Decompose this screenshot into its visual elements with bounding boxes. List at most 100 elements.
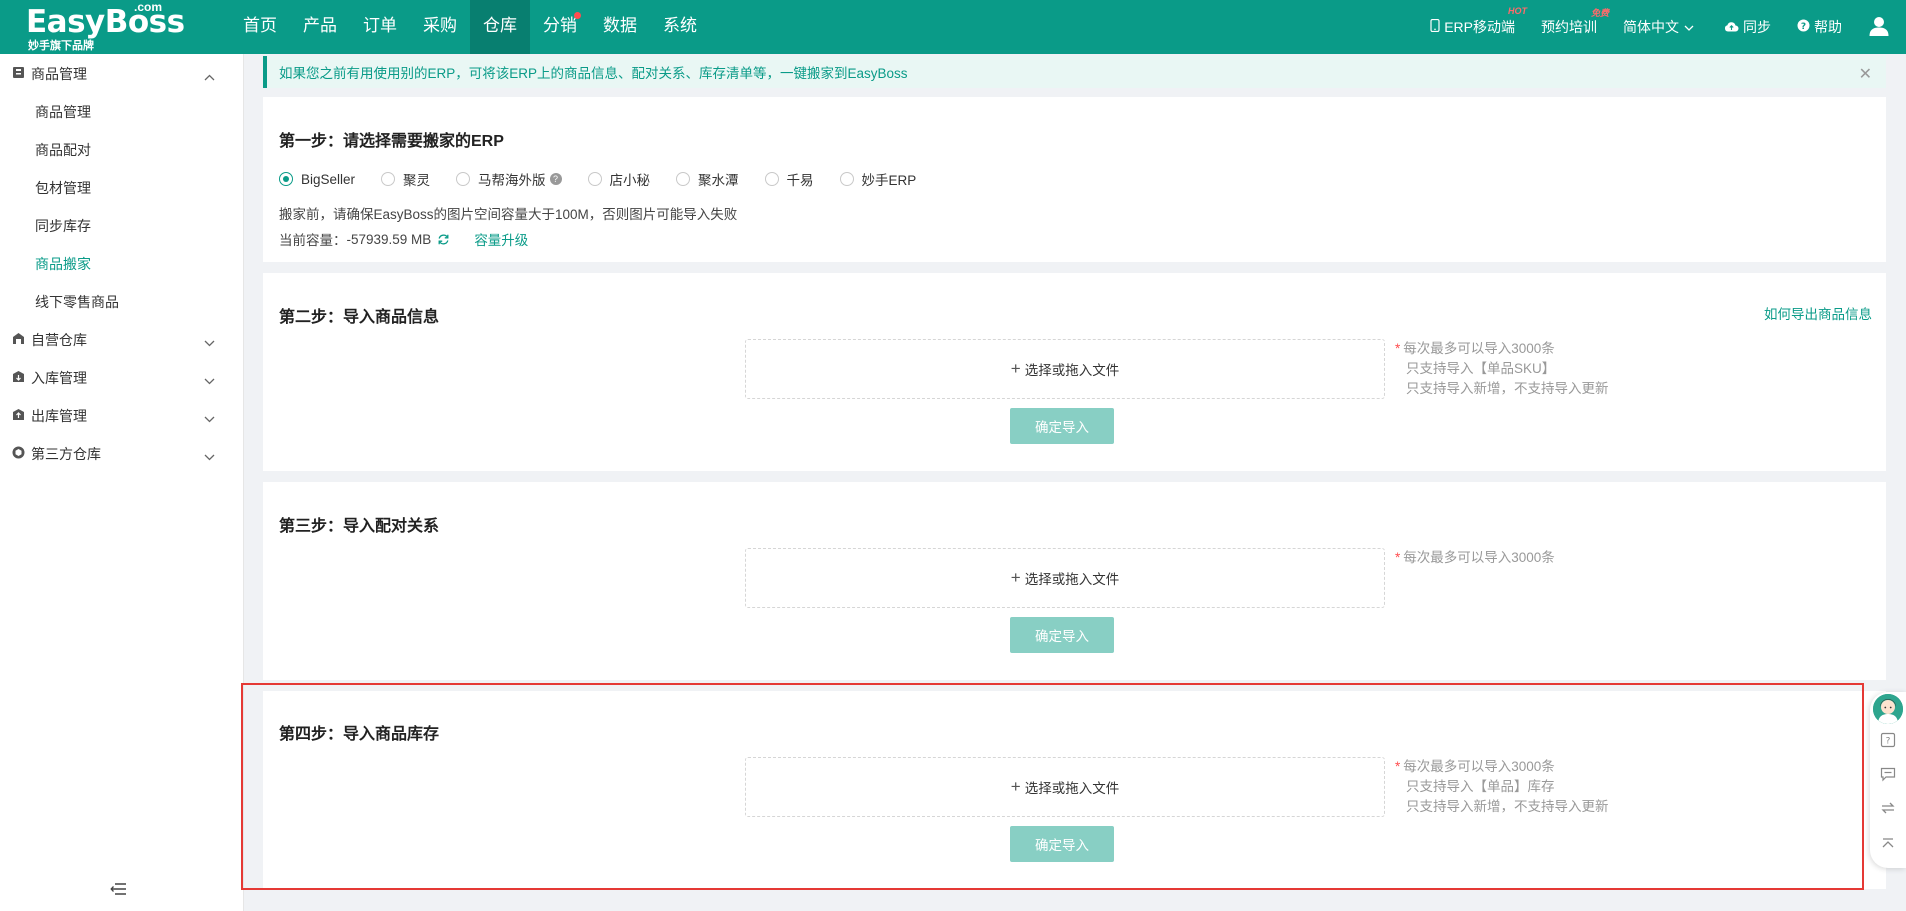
brand-logo[interactable]: EasyBoss .com 妙手旗下品牌 bbox=[26, 0, 186, 52]
how-to-export-link[interactable]: 如何导出商品信息 bbox=[1764, 303, 1872, 323]
help-button[interactable]: ? 帮助 bbox=[1797, 17, 1842, 37]
inbound-icon bbox=[12, 370, 31, 386]
user-avatar[interactable] bbox=[1868, 15, 1894, 40]
free-badge: 免费 bbox=[1590, 8, 1609, 18]
sidebar-item-product-migration[interactable]: 商品搬家 bbox=[0, 245, 243, 283]
import-notes: * 每次最多可以导入3000条 bbox=[1395, 548, 1555, 568]
radio-circle bbox=[764, 172, 779, 186]
radio-label: 聚灵 bbox=[403, 173, 431, 188]
sidebar-group-inbound[interactable]: 入库管理 bbox=[0, 359, 243, 397]
file-upload-area[interactable]: + 选择或拖入文件 bbox=[745, 339, 1385, 399]
note-text: 每次最多可以导入3000条 bbox=[1403, 550, 1555, 565]
note-line: 只支持导入新增，不支持导入更新 bbox=[1406, 381, 1609, 396]
erp-radio-group: BigSeller 聚灵 马帮海外版? 店小秘 聚水潭 千易 妙手ERP bbox=[279, 169, 942, 189]
training-label: 预约培训 bbox=[1541, 19, 1597, 35]
step1-title: 第一步：请选择需要搬家的ERP bbox=[279, 133, 504, 150]
radio-circle bbox=[839, 172, 854, 186]
nav-products[interactable]: 产品 bbox=[290, 0, 350, 54]
question-icon[interactable]: ? bbox=[549, 173, 562, 185]
capacity-label: 当前容量： bbox=[279, 233, 347, 248]
step3-title: 第三步：导入配对关系 bbox=[279, 518, 440, 535]
radio-circle bbox=[587, 172, 602, 186]
radio-label: BigSeller bbox=[301, 171, 356, 187]
nav-data[interactable]: 数据 bbox=[590, 0, 650, 54]
svg-text:?: ? bbox=[1801, 22, 1806, 32]
faq-icon[interactable]: ? bbox=[1880, 732, 1896, 751]
plus-icon: + bbox=[1010, 359, 1021, 378]
radio-miaoshou[interactable]: 妙手ERP bbox=[839, 169, 917, 189]
mobile-icon bbox=[1430, 18, 1444, 35]
nav-distribution[interactable]: 分销 bbox=[530, 0, 590, 54]
logo-tagline: 妙手旗下品牌 bbox=[28, 40, 94, 52]
sidebar: 商品管理 商品管理 商品配对 包材管理 同步库存 商品搬家 线下零售商品 自营仓… bbox=[0, 54, 244, 911]
mobile-erp-link[interactable]: ERP移动端 HOT bbox=[1430, 6, 1527, 37]
nav-distribution-label: 分销 bbox=[543, 16, 577, 35]
step2-title: 第二步：导入商品信息 bbox=[279, 309, 440, 326]
radio-jushuitan[interactable]: 聚水潭 bbox=[676, 169, 739, 189]
hot-badge: HOT bbox=[1508, 6, 1527, 16]
radio-label: 妙手ERP bbox=[861, 173, 917, 188]
note-text: 每次最多可以导入3000条 bbox=[1403, 341, 1555, 356]
chevron-down-icon bbox=[204, 410, 221, 426]
radio-bigseller[interactable]: BigSeller bbox=[279, 172, 355, 187]
customer-service-avatar[interactable] bbox=[1873, 694, 1903, 724]
radio-qianyi[interactable]: 千易 bbox=[764, 169, 814, 189]
sidebar-group-outbound[interactable]: 出库管理 bbox=[0, 397, 243, 435]
radio-juling[interactable]: 聚灵 bbox=[381, 169, 430, 189]
radio-circle bbox=[381, 172, 396, 186]
nav-purchase[interactable]: 采购 bbox=[410, 0, 470, 54]
capacity-upgrade-link[interactable]: 容量升级 bbox=[474, 229, 528, 249]
image-space-tip: 搬家前，请确保EasyBoss的图片空间容量大于100M，否则图片可能导入失败 bbox=[279, 207, 738, 222]
chevron-down-icon bbox=[204, 448, 221, 464]
collapse-menu-icon[interactable] bbox=[110, 882, 127, 899]
header-tools: ERP移动端 HOT 预约培训 免费 简体中文 同步 ? 帮助 bbox=[1430, 0, 1906, 54]
migration-notice: 如果您之前有用使用别的ERP，可将该ERP上的商品信息、配对关系、库存清单等，一… bbox=[263, 56, 1886, 88]
file-upload-area[interactable]: + 选择或拖入文件 bbox=[745, 548, 1385, 608]
chevron-down-icon bbox=[1684, 19, 1698, 35]
language-select[interactable]: 简体中文 bbox=[1623, 17, 1698, 37]
nav-warehouse[interactable]: 仓库 bbox=[470, 0, 530, 54]
sidebar-group-label: 第三方仓库 bbox=[31, 446, 101, 462]
sidebar-group-product-management[interactable]: 商品管理 bbox=[0, 55, 243, 93]
back-to-top-icon[interactable] bbox=[1880, 836, 1896, 855]
confirm-import-button[interactable]: 确定导入 bbox=[1010, 408, 1114, 444]
exchange-icon[interactable] bbox=[1880, 800, 1896, 819]
radio-dianxiaomi[interactable]: 店小秘 bbox=[587, 169, 651, 189]
chevron-down-icon bbox=[204, 334, 221, 350]
sidebar-item-product-management[interactable]: 商品管理 bbox=[0, 93, 243, 131]
feedback-icon[interactable] bbox=[1880, 766, 1896, 785]
capacity-row: 当前容量： -57939.59 MB 容量升级 bbox=[279, 229, 528, 249]
user-icon bbox=[1868, 15, 1894, 40]
cube-icon bbox=[12, 446, 31, 462]
radio-circle bbox=[456, 172, 471, 186]
upload-label: 选择或拖入文件 bbox=[1024, 363, 1120, 378]
sidebar-item-sync-stock[interactable]: 同步库存 bbox=[0, 207, 243, 245]
agent-icon bbox=[1873, 694, 1903, 724]
radio-circle-checked bbox=[279, 172, 293, 186]
notification-dot bbox=[574, 12, 581, 19]
radio-label: 千易 bbox=[786, 173, 814, 188]
sidebar-group-third-party-warehouse[interactable]: 第三方仓库 bbox=[0, 435, 243, 473]
question-icon: ? bbox=[1797, 19, 1814, 35]
import-notes: * 每次最多可以导入3000条 只支持导入【单品SKU】 只支持导入新增，不支持导… bbox=[1395, 339, 1609, 399]
sidebar-group-own-warehouse[interactable]: 自营仓库 bbox=[0, 321, 243, 359]
nav-system[interactable]: 系统 bbox=[650, 0, 710, 54]
chevron-down-icon bbox=[204, 372, 221, 388]
step3-card: 第三步：导入配对关系 + 选择或拖入文件 确定导入 * 每次最多可以导入3000条 bbox=[263, 482, 1886, 680]
training-link[interactable]: 预约培训 免费 bbox=[1541, 8, 1609, 37]
radio-mabang[interactable]: 马帮海外版? bbox=[456, 169, 562, 189]
sync-button[interactable]: 同步 bbox=[1724, 17, 1771, 37]
sidebar-item-packaging[interactable]: 包材管理 bbox=[0, 169, 243, 207]
close-icon[interactable]: ✕ bbox=[1859, 64, 1872, 84]
nav-orders[interactable]: 订单 bbox=[350, 0, 410, 54]
refresh-icon[interactable] bbox=[437, 233, 450, 246]
capacity-value: -57939.59 MB bbox=[346, 231, 432, 247]
sidebar-item-offline-retail[interactable]: 线下零售商品 bbox=[0, 283, 243, 321]
sync-label: 同步 bbox=[1743, 19, 1771, 35]
nav-home[interactable]: 首页 bbox=[230, 0, 290, 54]
sidebar-item-product-pairing[interactable]: 商品配对 bbox=[0, 131, 243, 169]
radio-label: 店小秘 bbox=[609, 173, 651, 188]
svg-text:?: ? bbox=[1886, 737, 1891, 747]
product-box-icon bbox=[12, 66, 31, 82]
confirm-import-button[interactable]: 确定导入 bbox=[1010, 617, 1114, 653]
